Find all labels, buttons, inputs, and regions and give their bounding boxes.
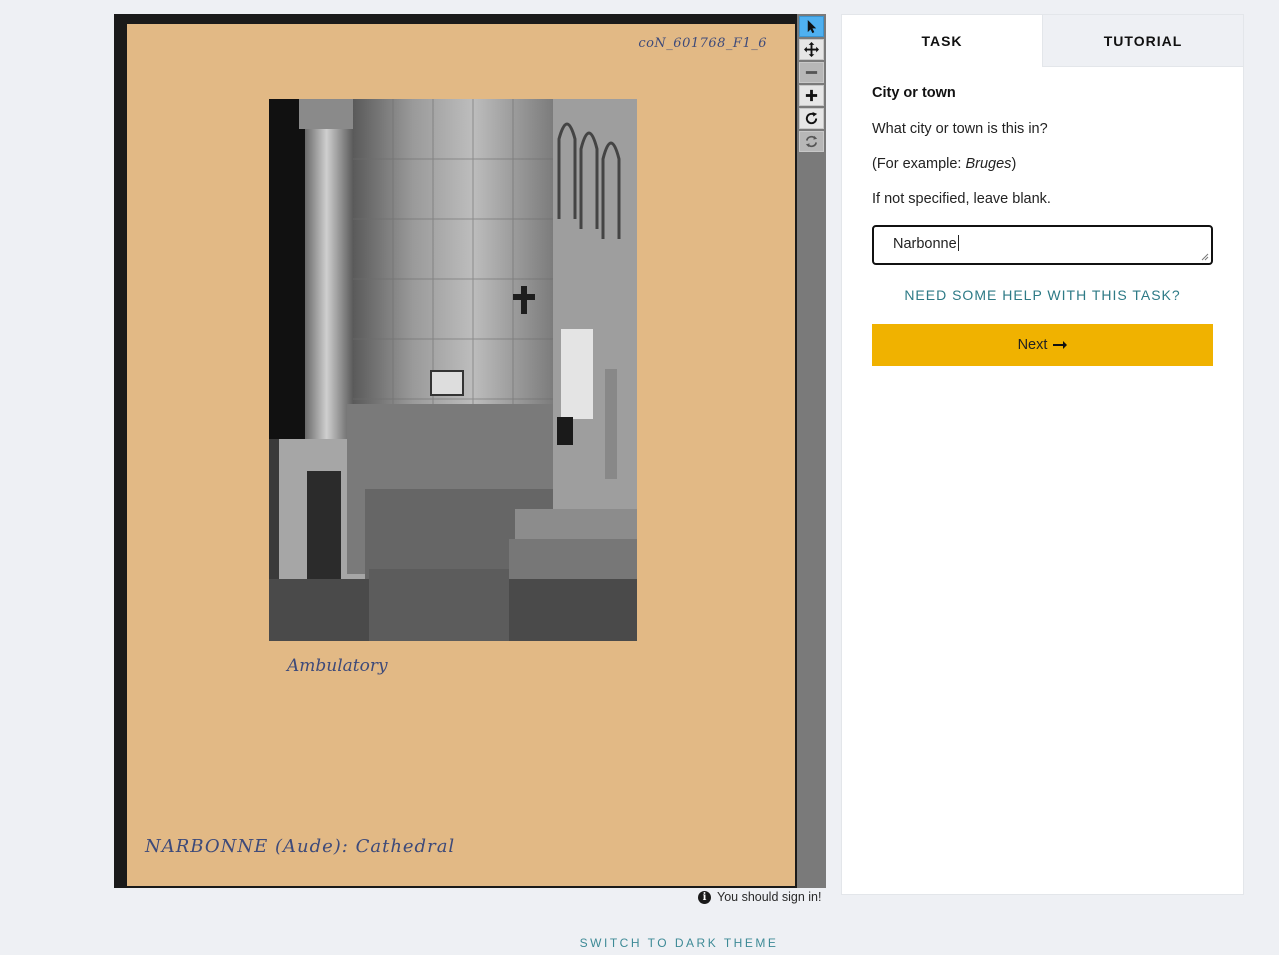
answer-textarea[interactable]: Narbonne (872, 225, 1213, 265)
move-tool-button[interactable] (799, 39, 824, 60)
move-icon (804, 42, 819, 57)
caption-ambulatory: Ambulatory (287, 656, 388, 676)
switch-theme-link[interactable]: SWITCH TO DARK THEME (0, 936, 1279, 950)
archive-mount-card: coN_601768_F1_6 Ambulatory NARBONNE (Aud… (127, 24, 795, 886)
reference-number: coN_601768_F1_6 (638, 36, 767, 51)
text-caret (957, 235, 959, 251)
task-panel: TASK TUTORIAL City or town What city or … (841, 14, 1244, 895)
task-title: City or town (872, 85, 956, 101)
rotate-icon (805, 111, 818, 125)
zoom-in-button[interactable] (799, 85, 824, 106)
task-example-suffix: ) (1011, 156, 1017, 172)
cathedral-photograph (269, 99, 637, 641)
resize-grip-icon[interactable] (1201, 253, 1209, 261)
answer-value: Narbonne (893, 236, 957, 252)
help-link[interactable]: NEED SOME HELP WITH THIS TASK? (872, 287, 1213, 303)
zoom-in-icon (805, 89, 818, 102)
arrow-right-icon (1053, 341, 1068, 349)
pointer-tool-button[interactable] (799, 16, 824, 37)
task-example-value: Bruges (965, 156, 1012, 172)
task-question: What city or town is this in? (872, 121, 1048, 137)
task-instruction: If not specified, leave blank. (872, 191, 1051, 207)
task-tabs: TASK TUTORIAL (842, 15, 1243, 67)
pointer-icon (807, 19, 817, 34)
next-button-label: Next (1017, 337, 1048, 353)
viewer-toolbar (797, 14, 826, 888)
task-example-prefix: (For example: (872, 156, 966, 172)
task-body: City or town What city or town is this i… (842, 67, 1243, 366)
tab-tutorial[interactable]: TUTORIAL (1042, 15, 1243, 67)
reset-view-button[interactable] (799, 131, 824, 152)
subject-viewer[interactable]: coN_601768_F1_6 Ambulatory NARBONNE (Aud… (114, 14, 826, 888)
zoom-out-icon (805, 71, 818, 74)
task-example: (For example: Bruges) (872, 156, 1213, 172)
next-button[interactable]: Next (872, 324, 1213, 366)
signin-notice: i You should sign in! (698, 890, 821, 904)
caption-location: NARBONNE (Aude): Cathedral (145, 836, 456, 857)
zoom-out-button[interactable] (799, 62, 824, 83)
signin-notice-text: You should sign in! (717, 890, 822, 904)
info-icon: i (698, 890, 711, 904)
subject-image-frame: coN_601768_F1_6 Ambulatory NARBONNE (Aud… (114, 14, 797, 888)
rotate-button[interactable] (799, 108, 824, 129)
reset-view-icon (805, 135, 818, 148)
tab-task[interactable]: TASK (842, 15, 1042, 67)
